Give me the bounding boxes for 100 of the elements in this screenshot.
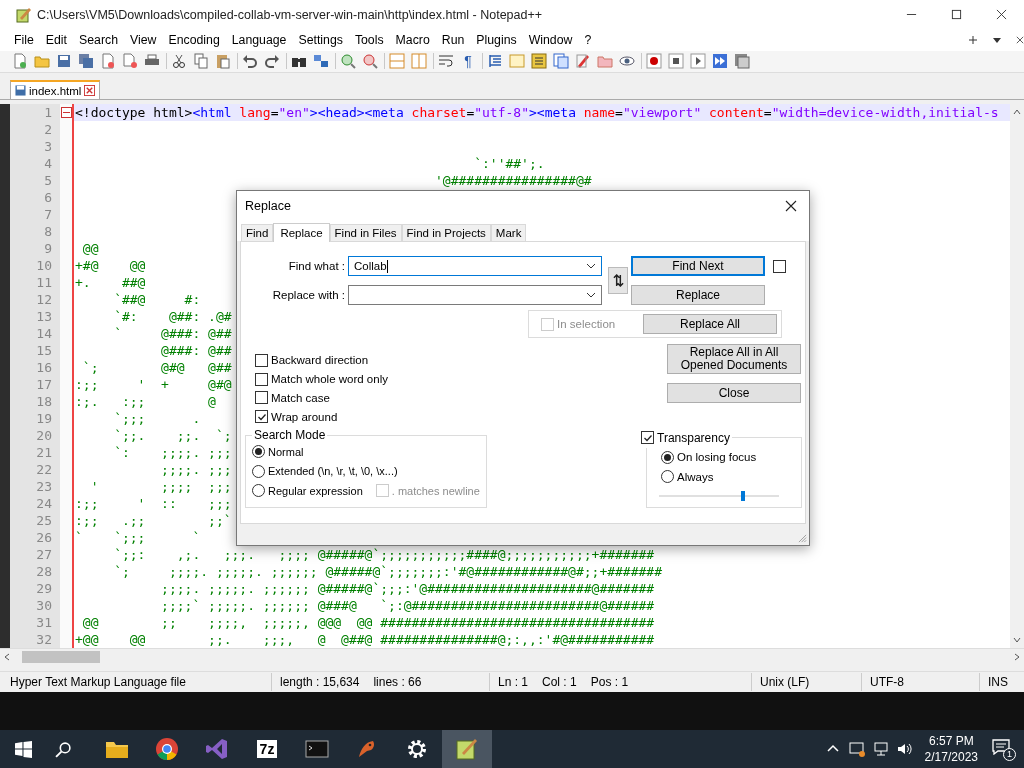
fold-minus-icon[interactable] xyxy=(61,107,72,119)
line-number: 21 xyxy=(35,444,53,462)
slider-thumb[interactable] xyxy=(741,490,745,501)
wrap-lines-icon[interactable] xyxy=(438,53,454,70)
line-number: 5 xyxy=(43,172,53,190)
code-line: ` @###: @## xyxy=(113,325,232,343)
record-icon[interactable] xyxy=(646,53,662,70)
file-tab[interactable]: index.html xyxy=(10,80,101,100)
checkbox[interactable] xyxy=(255,372,268,386)
line-number: 10 xyxy=(35,257,53,275)
clock-time: 6:57 PM xyxy=(928,733,974,749)
swap-button[interactable] xyxy=(608,267,628,294)
menu-item[interactable]: File xyxy=(8,31,40,50)
line-number: 32 xyxy=(35,631,53,649)
menu-item[interactable]: ? xyxy=(578,31,598,50)
checkbox[interactable] xyxy=(773,259,786,273)
network-icon[interactable] xyxy=(872,741,889,757)
play-icon[interactable] xyxy=(690,53,706,70)
menu-item[interactable]: Tools xyxy=(348,31,390,50)
close-button[interactable]: Close xyxy=(667,383,801,403)
save-icon[interactable] xyxy=(56,53,72,70)
menu-item[interactable]: View xyxy=(124,31,163,50)
find-next-button[interactable]: Find Next xyxy=(631,256,765,276)
radio-button[interactable] xyxy=(252,464,265,478)
radio-label: Regular expression xyxy=(268,484,363,497)
code-line: `;;. ;;. `; xyxy=(113,427,232,445)
close-icon[interactable] xyxy=(996,9,1007,21)
menu-item[interactable]: Language xyxy=(225,31,293,50)
menu-item[interactable]: Encoding xyxy=(162,31,226,50)
checkbox-label: Backward direction xyxy=(271,354,369,367)
pilcrow-button[interactable]: ¶ xyxy=(460,53,476,70)
close-icon[interactable] xyxy=(1016,35,1024,46)
status-text: lines : 66 xyxy=(373,675,422,690)
replace-all-button[interactable]: Replace All xyxy=(643,314,777,334)
menu-item[interactable]: Plugins xyxy=(470,31,523,50)
stop-icon[interactable] xyxy=(668,53,684,70)
search-icon[interactable] xyxy=(55,740,72,758)
replace-all-opened-button[interactable]: Replace All in All Opened Documents xyxy=(667,344,801,374)
speaker-icon[interactable] xyxy=(896,741,913,757)
code-line: +#@ @@ xyxy=(74,257,146,275)
resize-grip-icon[interactable] xyxy=(798,534,807,543)
dialog-tab[interactable]: Find in Projects xyxy=(401,224,491,241)
radio-button[interactable] xyxy=(661,470,674,484)
zoom-in-icon[interactable] xyxy=(340,53,356,70)
radio-button[interactable] xyxy=(252,445,265,459)
checkbox[interactable] xyxy=(255,410,268,424)
maximize-icon[interactable] xyxy=(951,9,962,21)
line-number: 20 xyxy=(35,427,53,445)
menu-item[interactable]: Settings xyxy=(292,31,349,50)
replace-with-field[interactable] xyxy=(348,285,602,305)
code-line: `;;; . xyxy=(113,410,201,428)
save-macro-icon[interactable] xyxy=(734,53,750,70)
new-file-icon[interactable] xyxy=(12,53,28,70)
dialog-tab[interactable]: Mark xyxy=(490,224,527,241)
windows-logo-icon[interactable] xyxy=(15,740,32,758)
close-all-icon[interactable] xyxy=(122,53,138,70)
taskbar-clock[interactable]: 6:57 PM 2/17/2023 xyxy=(924,733,978,765)
replace-icon[interactable] xyxy=(313,53,329,70)
function-list-icon[interactable] xyxy=(531,53,547,70)
paste-icon[interactable] xyxy=(215,53,231,70)
radio-button[interactable] xyxy=(661,450,674,464)
menu-item[interactable]: Run xyxy=(435,31,471,50)
save-all-icon[interactable] xyxy=(78,53,94,70)
menu-item[interactable]: Window xyxy=(522,31,579,50)
code-line: `;;: ,;. ;;;. ;;;; @#####@`;;;;;;;;;;;####@;;;;;;;;;;;+####### xyxy=(113,546,655,564)
scroll-left-icon[interactable] xyxy=(2,652,12,663)
field-label: Find what : xyxy=(287,260,346,272)
find-what-field[interactable]: Collab xyxy=(348,256,602,276)
line-number: 9 xyxy=(43,240,53,258)
zoom-out-icon[interactable] xyxy=(362,53,378,70)
fast-forward-icon[interactable] xyxy=(712,53,728,70)
radio-button[interactable] xyxy=(252,484,265,498)
indent-guide-icon[interactable] xyxy=(487,53,503,70)
dialog-tab[interactable]: Replace xyxy=(273,223,330,242)
redo-icon[interactable] xyxy=(264,53,280,70)
scrollbar-thumb[interactable] xyxy=(22,651,100,664)
menu-item[interactable]: Search xyxy=(73,31,124,50)
status-text: INS xyxy=(988,675,1008,690)
checkbox[interactable] xyxy=(255,353,268,367)
dialog-tab[interactable]: Find in Files xyxy=(329,224,402,241)
undo-icon[interactable] xyxy=(242,53,258,70)
vertical-scrollbar[interactable] xyxy=(1010,104,1024,649)
line-number: 6 xyxy=(43,189,53,207)
pen-icon[interactable] xyxy=(575,53,591,70)
plus-icon[interactable] xyxy=(968,35,978,46)
close-file-icon[interactable] xyxy=(100,53,116,70)
checkbox[interactable] xyxy=(641,431,654,445)
monitor-alert-icon[interactable] xyxy=(848,741,865,757)
checkbox[interactable] xyxy=(255,391,268,405)
menu-item[interactable]: Edit xyxy=(39,31,74,50)
copy-icon[interactable] xyxy=(193,53,209,70)
menu-item[interactable]: Macro xyxy=(389,31,436,50)
taskbar-app-button[interactable]: 7z xyxy=(242,730,292,768)
checkbox-label: . matches newline xyxy=(391,484,480,497)
close-icon[interactable] xyxy=(785,200,797,212)
scissors-icon[interactable] xyxy=(171,53,187,70)
replace-button[interactable]: Replace xyxy=(631,285,765,305)
line-number: 4 xyxy=(43,155,53,173)
scroll-right-icon[interactable] xyxy=(1012,652,1022,663)
dialog-tab[interactable]: Find xyxy=(241,224,274,241)
